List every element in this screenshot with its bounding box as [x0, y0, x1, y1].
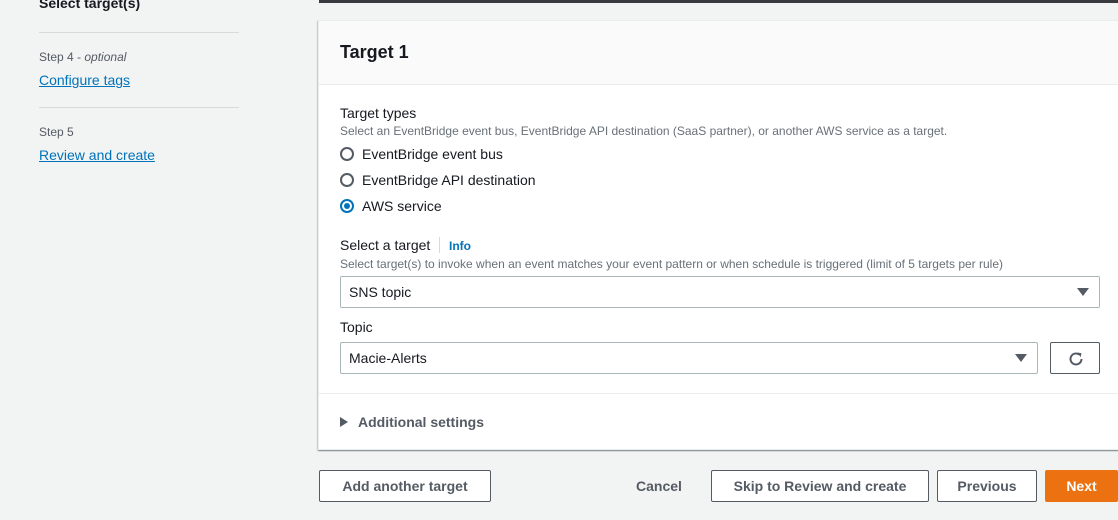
- topic-select-dropdown[interactable]: Macie-Alerts: [340, 342, 1038, 374]
- radio-button[interactable]: [340, 173, 354, 187]
- radio-eventbridge-api-destination[interactable]: EventBridge API destination: [340, 170, 536, 190]
- select-target-label: Select a target: [340, 237, 431, 253]
- radio-button-selected[interactable]: [340, 199, 354, 213]
- caret-down-icon: [1077, 288, 1089, 296]
- additional-settings-label: Additional settings: [358, 414, 484, 430]
- sidebar-divider: [39, 32, 239, 33]
- add-another-target-button[interactable]: Add another target: [319, 470, 491, 502]
- radio-label: EventBridge event bus: [362, 146, 503, 162]
- target-types-label: Target types: [340, 105, 417, 121]
- select-target-description: Select target(s) to invoke when an event…: [340, 257, 1003, 271]
- topic-select-value: Macie-Alerts: [349, 350, 427, 366]
- radio-aws-service[interactable]: AWS service: [340, 196, 442, 216]
- topic-label: Topic: [340, 319, 373, 335]
- target-card: Target 1 Target types Select an EventBri…: [318, 20, 1118, 450]
- wizard-sidebar: Select target(s) Step 4 - optional Confi…: [0, 0, 300, 520]
- radio-label: EventBridge API destination: [362, 172, 536, 188]
- step-4-number: Step 4 - optional: [39, 50, 127, 64]
- card-header: Target 1: [319, 21, 1118, 85]
- refresh-icon: [1069, 352, 1083, 366]
- current-step-label: Select target(s): [39, 0, 141, 11]
- radio-eventbridge-event-bus[interactable]: EventBridge event bus: [340, 144, 503, 164]
- additional-settings-expander[interactable]: Additional settings: [340, 414, 484, 430]
- info-link[interactable]: Info: [449, 239, 471, 253]
- radio-button[interactable]: [340, 147, 354, 161]
- info-separator: [439, 237, 440, 253]
- target-select-value: SNS topic: [349, 284, 412, 300]
- expand-triangle-icon: [340, 417, 348, 427]
- section-divider: [319, 393, 1118, 394]
- step-5-number: Step 5: [39, 125, 74, 139]
- cancel-button[interactable]: Cancel: [620, 470, 698, 502]
- target-select-dropdown[interactable]: SNS topic: [340, 276, 1100, 308]
- caret-down-icon: [1015, 354, 1027, 362]
- step-4-configure-tags-link[interactable]: Configure tags: [39, 72, 130, 88]
- step-5-review-link[interactable]: Review and create: [39, 147, 155, 163]
- top-accent-bar: [319, 0, 1118, 3]
- card-title: Target 1: [340, 42, 409, 62]
- radio-label: AWS service: [362, 198, 442, 214]
- previous-button[interactable]: Previous: [937, 470, 1037, 502]
- next-button[interactable]: Next: [1045, 470, 1118, 502]
- sidebar-divider: [39, 107, 239, 108]
- refresh-topics-button[interactable]: [1050, 342, 1100, 374]
- target-types-description: Select an EventBridge event bus, EventBr…: [340, 124, 948, 138]
- skip-to-review-button[interactable]: Skip to Review and create: [711, 470, 929, 502]
